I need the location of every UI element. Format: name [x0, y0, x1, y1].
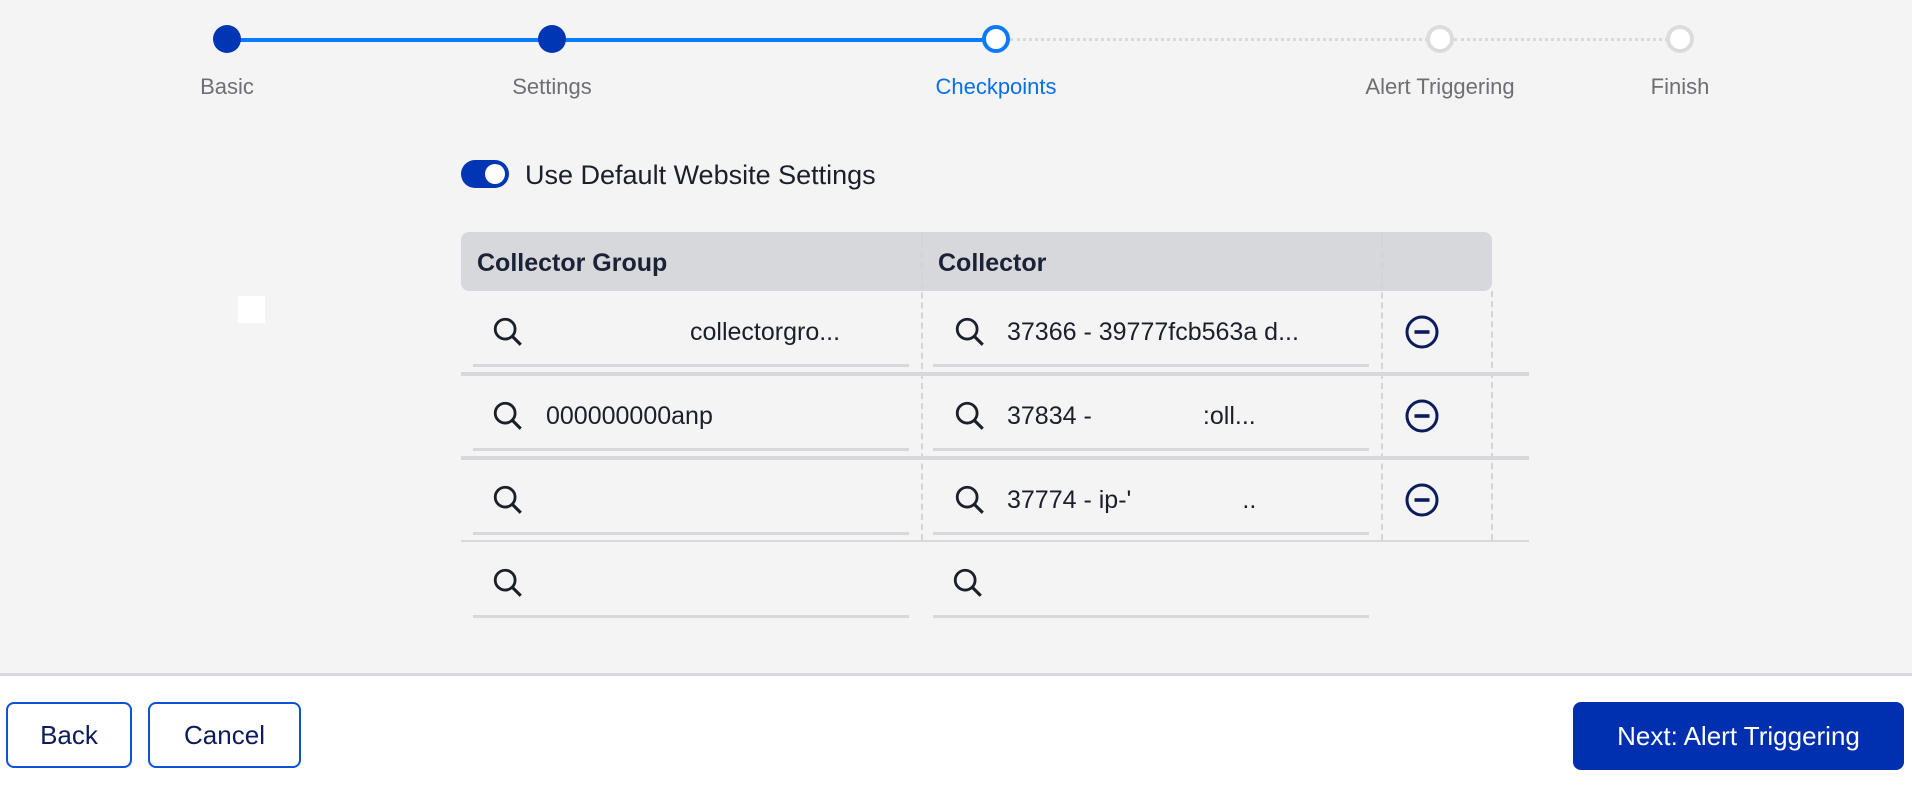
- step-settings-dot[interactable]: [538, 25, 566, 53]
- collector-input[interactable]: [933, 544, 1369, 618]
- stepper-connector-done: [552, 38, 996, 42]
- column-divider: [921, 232, 923, 540]
- collector-group-input[interactable]: 000000000anp: [473, 377, 909, 451]
- search-icon: [493, 317, 522, 346]
- column-divider: [1491, 291, 1493, 540]
- collector-group-value: collectorgro...: [690, 318, 841, 346]
- cancel-button[interactable]: Cancel: [148, 702, 301, 768]
- collector-input[interactable]: 37366 - 39777fcb563a d...: [933, 293, 1369, 367]
- search-icon: [493, 485, 522, 514]
- step-finish-label: Finish: [1650, 74, 1710, 99]
- search-icon: [493, 568, 522, 597]
- step-alert-triggering-dot: [1426, 25, 1454, 53]
- step-finish-dot: [1666, 25, 1694, 53]
- row-separator: [461, 456, 1529, 460]
- collector-group-input[interactable]: collectorgro...: [473, 293, 909, 367]
- next-alert-triggering-button[interactable]: Next: Alert Triggering: [1573, 702, 1904, 770]
- search-icon: [955, 401, 984, 430]
- row-separator: [461, 540, 1529, 542]
- search-icon: [955, 317, 984, 346]
- column-header-collector: Collector: [938, 249, 1047, 277]
- collector-group-input[interactable]: [473, 544, 909, 618]
- use-default-settings-toggle[interactable]: [461, 160, 509, 188]
- search-icon: [955, 485, 984, 514]
- collector-value: 37366 - 39777fcb563a d...: [1007, 318, 1299, 346]
- step-basic-label[interactable]: Basic: [200, 74, 254, 100]
- collector-group-value: 000000000anp: [546, 402, 713, 430]
- step-basic-dot[interactable]: [213, 25, 241, 53]
- collectors-table-header: Collector Group Collector: [461, 232, 1492, 291]
- stepper-connector-pending: [1010, 38, 1440, 41]
- row-separator: [461, 372, 1529, 376]
- remove-row-button[interactable]: [1404, 398, 1440, 434]
- collector-value: 37774 - ip-' ..: [1007, 486, 1257, 514]
- stepper-connector-done: [227, 38, 552, 42]
- search-icon: [493, 401, 522, 430]
- collector-value: 37834 - :oll...: [1007, 402, 1256, 430]
- search-icon: [953, 568, 982, 597]
- step-settings-label[interactable]: Settings: [512, 74, 592, 100]
- remove-row-button[interactable]: [1404, 314, 1440, 350]
- use-default-settings-label: Use Default Website Settings: [525, 160, 876, 190]
- blank-placeholder: [238, 296, 265, 323]
- wizard-footer: Back Cancel Next: Alert Triggering: [0, 673, 1912, 797]
- collector-group-input[interactable]: [473, 461, 909, 535]
- collector-input[interactable]: 37774 - ip-' ..: [933, 461, 1369, 535]
- back-button[interactable]: Back: [6, 702, 132, 768]
- remove-row-button[interactable]: [1404, 482, 1440, 518]
- step-checkpoints-label[interactable]: Checkpoints: [935, 74, 1056, 100]
- step-alert-triggering-label: Alert Triggering: [1365, 74, 1515, 99]
- toggle-knob: [485, 164, 505, 184]
- column-divider: [1381, 232, 1383, 540]
- stepper-connector-pending: [1454, 38, 1680, 41]
- step-checkpoints-dot[interactable]: [982, 25, 1010, 53]
- column-header-collector-group: Collector Group: [477, 249, 668, 277]
- collector-input[interactable]: 37834 - :oll...: [933, 377, 1369, 451]
